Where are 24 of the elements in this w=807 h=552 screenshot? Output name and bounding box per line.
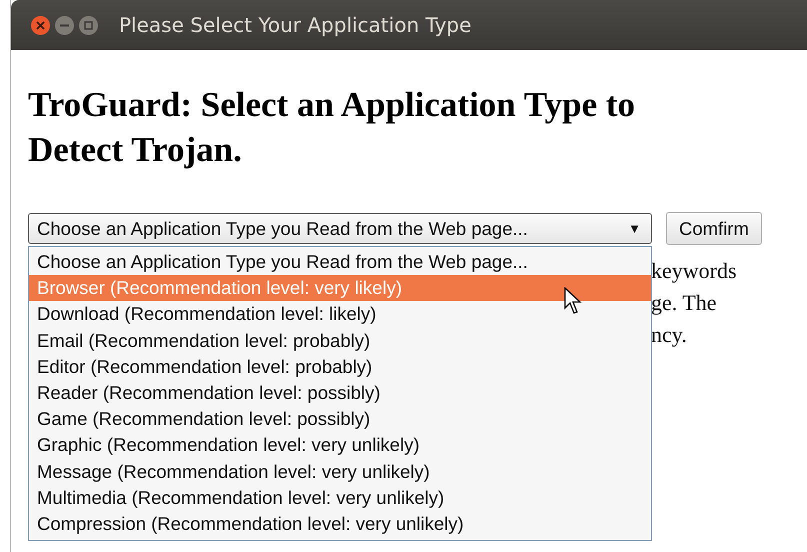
dropdown-option[interactable]: Compression (Recommendation level: very unlikely) <box>29 510 651 538</box>
dropdown-option[interactable]: Reader (Recommendation level: possibly) <box>29 380 651 406</box>
maximize-button[interactable] <box>79 16 98 34</box>
dropdown-option[interactable]: Choose an Application Type you Read from the Web page... <box>29 249 651 276</box>
dropdown-option[interactable]: Email (Recommendation level: probably) <box>29 328 651 354</box>
dropdown-option[interactable]: Game (Recommendation level: possibly) <box>29 406 651 432</box>
window-title: Please Select Your Application Type <box>119 13 472 37</box>
confirm-button[interactable]: Comfirm <box>666 212 762 245</box>
dropdown-option[interactable]: Editor (Recommendation level: probably) <box>29 354 651 380</box>
paragraph-fragment: ge. The <box>651 289 718 317</box>
dropdown-option[interactable]: Graphic (Recommendation level: very unlikely) <box>29 432 651 458</box>
minimize-icon <box>60 24 69 26</box>
dropdown-option[interactable]: Multimedia (Recommendation level: very unlikely) <box>29 484 651 511</box>
close-icon <box>36 20 45 30</box>
paragraph-fragment: ncy. <box>651 321 688 349</box>
dropdown-option[interactable]: Message (Recommendation level: very unlikely) <box>29 458 651 485</box>
application-type-select[interactable]: Choose an Application Type you Read from the Web page... ▼ <box>28 213 652 244</box>
close-button[interactable] <box>31 16 50 34</box>
dropdown-option[interactable]: Download (Recommendation level: likely) <box>29 301 651 328</box>
pointer-icon <box>564 287 584 316</box>
maximize-icon <box>84 20 93 30</box>
page-heading: TroGuard: Select an Application Type to Detect Trojan. <box>28 84 636 171</box>
minimize-button[interactable] <box>55 16 74 34</box>
paragraph-fragment: keywords <box>651 257 738 285</box>
